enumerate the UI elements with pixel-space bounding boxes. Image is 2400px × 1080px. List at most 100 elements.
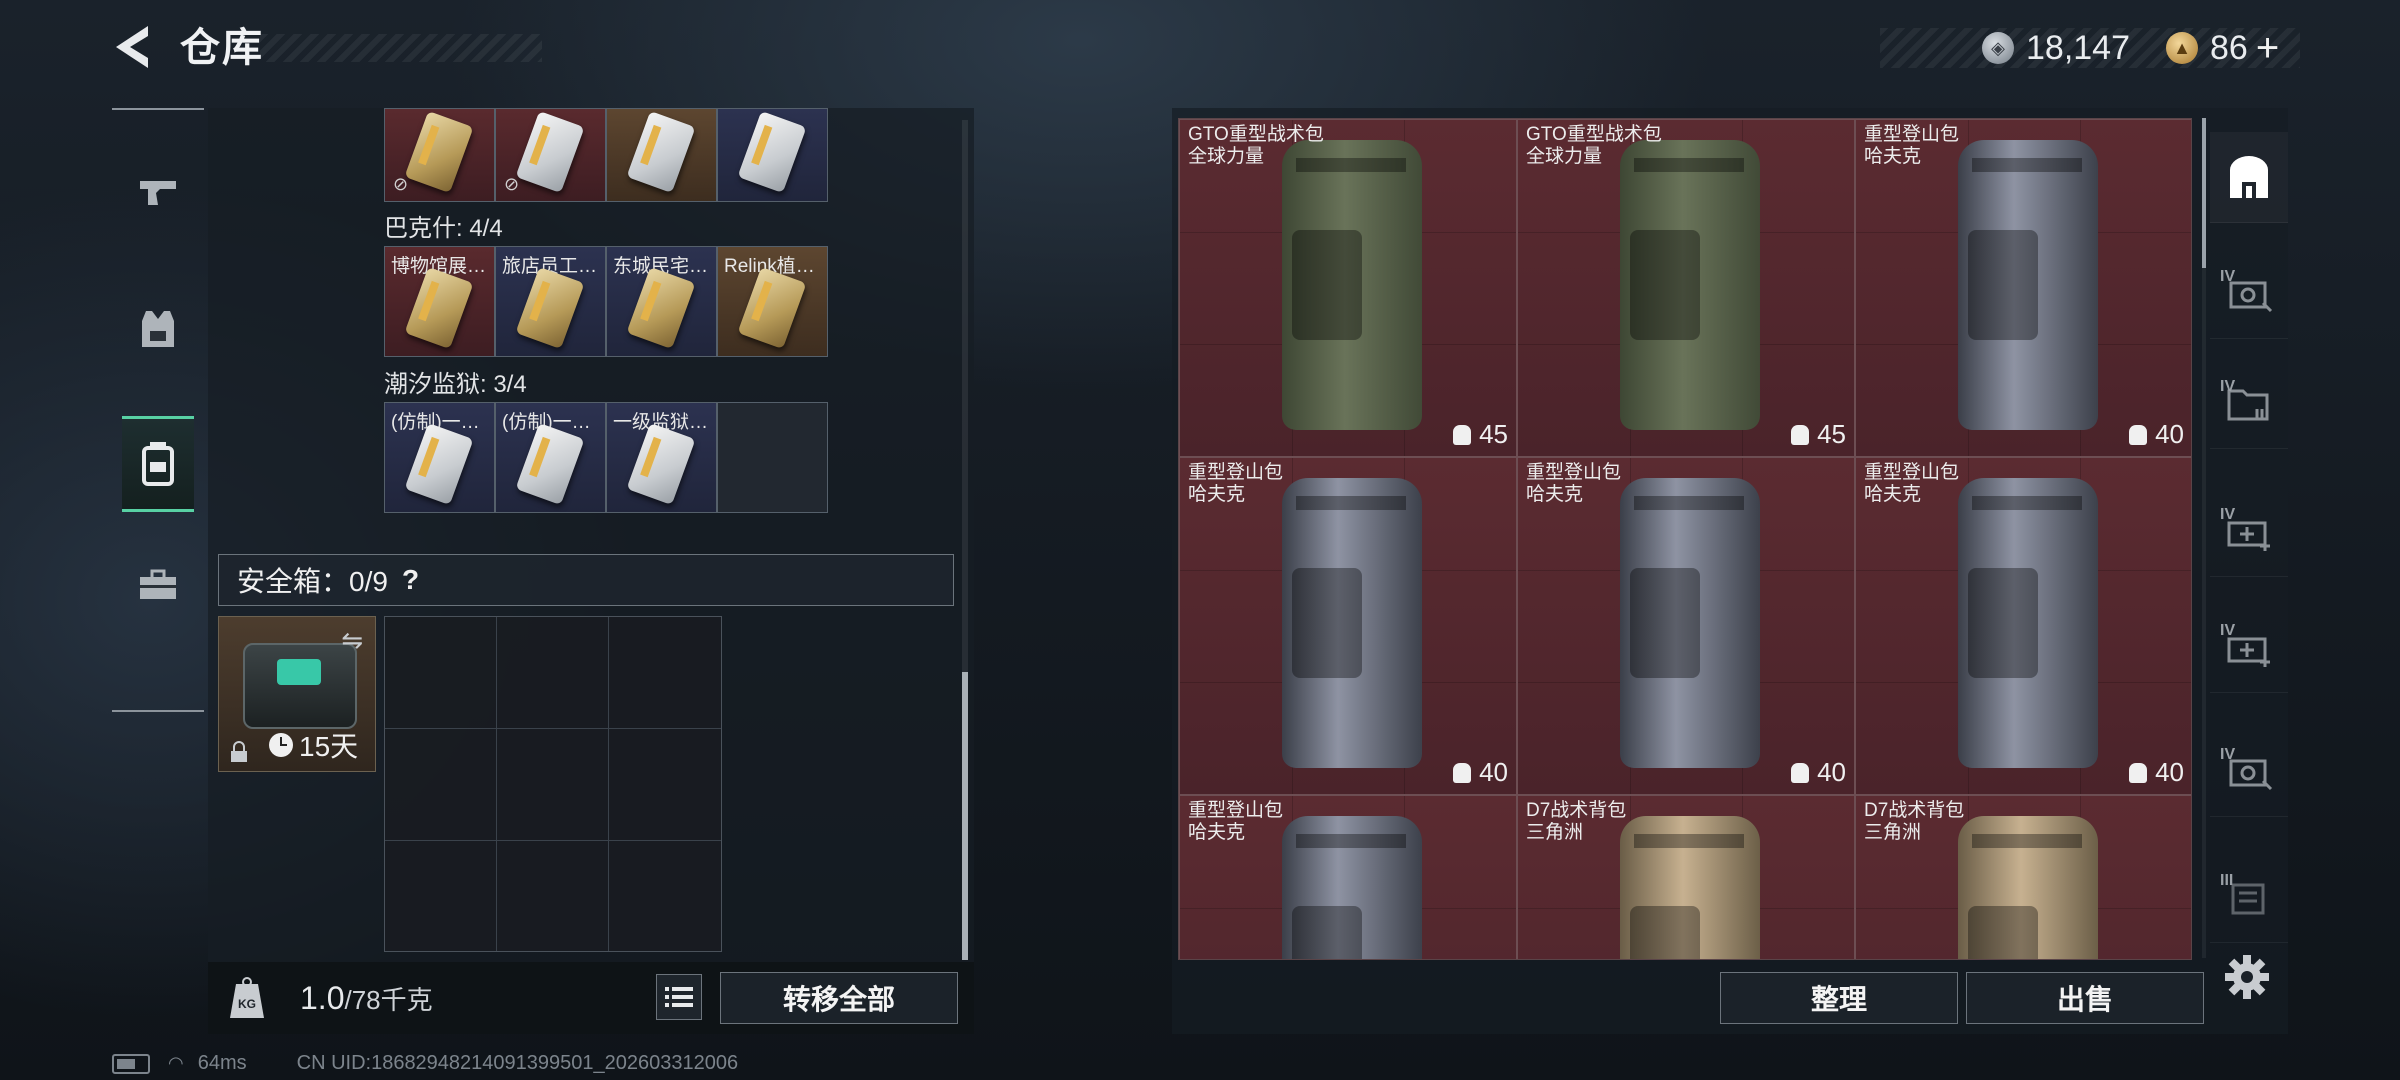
battery-icon (112, 1053, 150, 1074)
ping-text: 64ms (197, 1052, 247, 1074)
backpack-item[interactable]: 重型登山包 哈夫克 40 (1517, 457, 1855, 795)
tab-backpack[interactable] (122, 416, 194, 512)
tab-armor[interactable] (122, 284, 194, 374)
keycard-item[interactable]: ⊘ (495, 108, 606, 202)
backpack-item[interactable]: D7战术背包 三角洲 (1517, 795, 1855, 959)
item-name-text: D7战术背包 (1864, 800, 1965, 821)
silver-currency: ◈ 18,147 (1982, 24, 2130, 72)
capacity-value: 45 (1479, 419, 1508, 449)
backpack-image (1620, 816, 1760, 959)
backpack-image (1958, 140, 2098, 430)
capacity-icon (2129, 424, 2148, 445)
add-currency-button[interactable]: + (2256, 26, 2279, 71)
carry-weight: 1.0/78千克 (300, 980, 433, 1017)
stash-grid: GTO重型战术包 全球力量 45 GTO重型战术包 全球力量 45 重型登山包 哈夫克 40… (1178, 118, 2192, 960)
filter-tier-item[interactable]: IV (2210, 248, 2288, 339)
capacity-icon (1791, 424, 1810, 445)
capacity-icon (2129, 762, 2148, 783)
tab-weapons[interactable] (122, 148, 194, 238)
backpack-image (1620, 478, 1760, 768)
keycard-item[interactable]: ⊘ (384, 108, 495, 202)
item-brand: 全球力量 (1526, 146, 1603, 167)
keycard-item[interactable]: 博物馆展… (384, 246, 495, 357)
tier-label: IV (2220, 268, 2236, 285)
keycard-item[interactable] (717, 108, 828, 202)
unbindable-icon: ⊘ (504, 174, 520, 194)
filter-tier-item[interactable]: IV (2210, 602, 2288, 693)
keycard-row-tidal-prison: (仿制)一… (仿制)一… 一级监狱… (384, 402, 828, 513)
backpack-image (1620, 140, 1760, 430)
item-name-text: GTO重型战术包 (1526, 124, 1662, 145)
keycard-item[interactable]: 旅店员工… (495, 246, 606, 357)
safe-box-image (243, 643, 357, 729)
keycard-image (626, 266, 696, 350)
status-bar: ◠ 64ms CN UID:18682948214091399501_20260… (112, 1052, 738, 1075)
keycard-image (404, 266, 474, 350)
swap-icon[interactable]: ⇋ (341, 625, 363, 656)
safe-box-header: 安全箱：0/9 ? (218, 554, 954, 606)
keycard-item[interactable]: 一级监狱… (606, 402, 717, 513)
filter-tier-item[interactable]: IV (2210, 358, 2288, 449)
keycard-image (515, 110, 585, 194)
tab-case[interactable] (122, 540, 194, 630)
capacity-value: 45 (1817, 419, 1846, 449)
pistol-icon (140, 181, 176, 205)
silver-amount: 18,147 (2026, 28, 2130, 67)
stash-scroll-thumb[interactable] (2202, 118, 2206, 268)
empty-slot[interactable] (717, 402, 828, 513)
capacity: 45 (1453, 419, 1508, 450)
gear-icon[interactable] (2222, 952, 2272, 1002)
svg-text:KG: KG (238, 997, 256, 1011)
backpack-item[interactable]: GTO重型战术包 全球力量 45 (1179, 119, 1517, 457)
capacity: 40 (2129, 757, 2184, 788)
backpack-item[interactable]: D7战术背包 三角洲 (1855, 795, 2191, 959)
capacity: 45 (1791, 419, 1846, 450)
capacity-value: 40 (2155, 757, 2184, 787)
capacity-value: 40 (1479, 757, 1508, 787)
backpack-item[interactable]: 重型登山包 哈夫克 (1179, 795, 1517, 959)
inventory-scroll-thumb[interactable] (962, 672, 968, 960)
backpack-image (1282, 816, 1422, 959)
list-view-button[interactable] (656, 974, 702, 1020)
capacity-icon (1791, 762, 1810, 783)
filter-tier-item[interactable]: III (2210, 852, 2288, 943)
item-name: D7战术背包 三角洲 (1864, 800, 1964, 844)
section-label-tidal-prison: 潮汐监狱: 3/4 (384, 371, 527, 398)
safe-box-grid[interactable] (384, 616, 722, 952)
backpack-item[interactable]: 重型登山包 哈夫克 40 (1179, 457, 1517, 795)
backpack-image (1958, 478, 2098, 768)
keycard-image (737, 266, 807, 350)
back-arrow-icon[interactable] (108, 22, 158, 72)
sell-button[interactable]: 出售 (1966, 972, 2204, 1024)
backpack-item[interactable]: 重型登山包 哈夫克 40 (1855, 119, 2191, 457)
sort-button[interactable]: 整理 (1720, 972, 1958, 1024)
item-name: 重型登山包 哈夫克 (1188, 800, 1283, 844)
keycard-item[interactable] (606, 108, 717, 202)
item-brand: 三角洲 (1864, 822, 1922, 843)
transfer-all-button[interactable]: 转移全部 (720, 972, 958, 1024)
capacity: 40 (1791, 757, 1846, 788)
keycard-image (404, 422, 474, 506)
safe-box-timer: 15天 (269, 725, 358, 765)
item-name: 重型登山包 哈夫克 (1188, 462, 1283, 506)
item-name-text: 重型登山包 (1864, 462, 1960, 483)
keycard-item[interactable]: (仿制)一… (384, 402, 495, 513)
title-decoration (260, 34, 542, 62)
tier-label: IV (2220, 506, 2236, 523)
safe-box-item[interactable]: ⇋ 15天 (218, 616, 376, 772)
keycard-row-bakeshi: 博物馆展… 旅店员工… 东城民宅… Relink植… (384, 246, 828, 357)
capacity-icon (1453, 424, 1472, 445)
keycard-item[interactable]: Relink植… (717, 246, 828, 357)
backpack-item[interactable]: GTO重型战术包 全球力量 45 (1517, 119, 1855, 457)
safe-box-help-button[interactable]: ? (402, 564, 419, 596)
filter-tier-item[interactable]: IV (2210, 726, 2288, 817)
unbindable-icon: ⊘ (393, 174, 409, 194)
tier-label: IV (2220, 746, 2236, 763)
backpack-item[interactable]: 重型登山包 哈夫克 40 (1855, 457, 2191, 795)
keycard-image (626, 422, 696, 506)
filter-all-backpacks[interactable] (2210, 132, 2288, 223)
filter-tier-item[interactable]: IV (2210, 486, 2288, 577)
item-brand: 哈夫克 (1188, 822, 1246, 843)
keycard-item[interactable]: 东城民宅… (606, 246, 717, 357)
keycard-item[interactable]: (仿制)一… (495, 402, 606, 513)
